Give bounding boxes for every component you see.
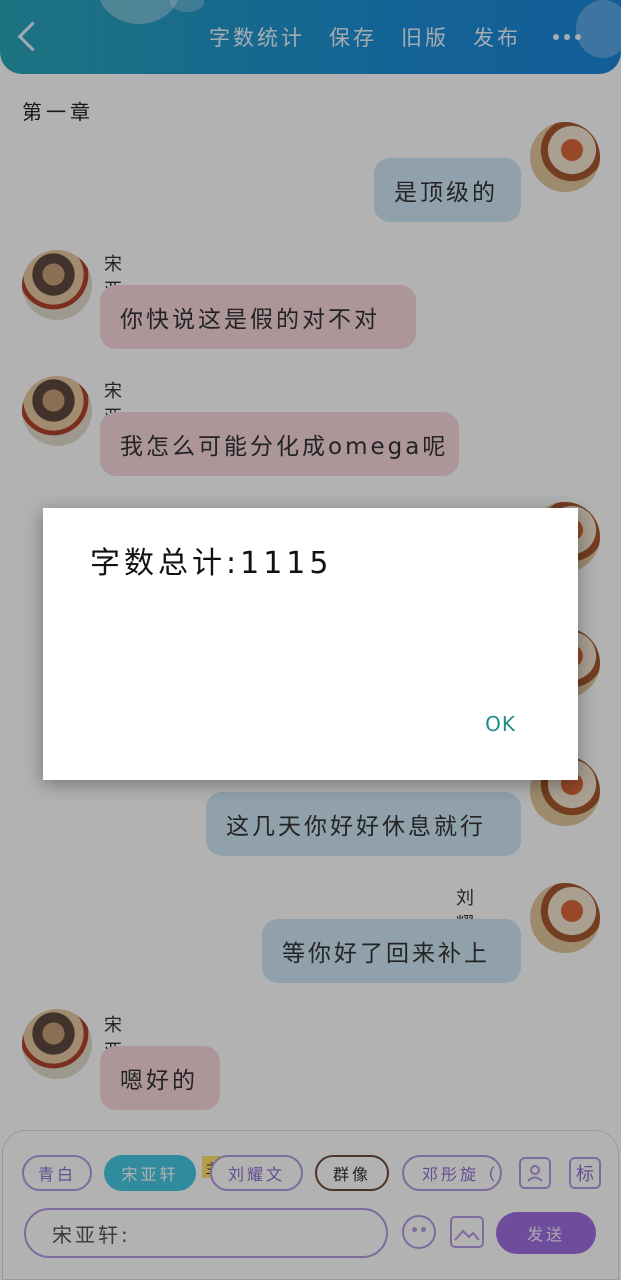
app-screen: 字数统计 保存 旧版 发布 第一章 是顶级的 宋亚轩 你快说这是假的对不对 宋亚…: [0, 0, 621, 1280]
dialog-message: 字数总计:1115: [90, 546, 333, 581]
ok-button[interactable]: OK: [485, 712, 516, 736]
word-count-dialog: 字数总计:1115 OK: [43, 508, 578, 780]
